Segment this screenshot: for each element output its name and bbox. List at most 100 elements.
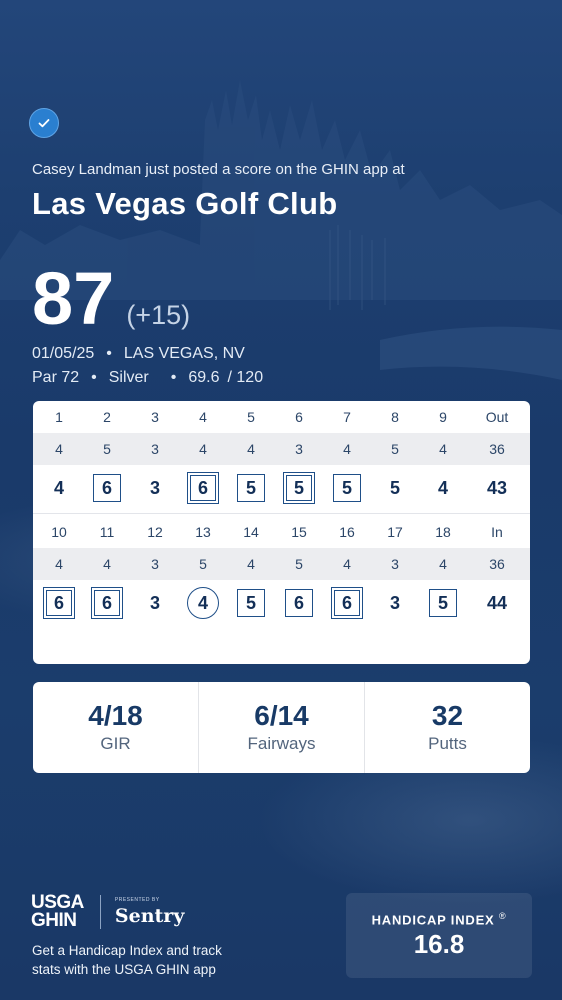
usga-ghin-wordmark: USGA GHIN bbox=[31, 893, 84, 930]
score-double-mark: 6 bbox=[91, 587, 123, 619]
score-double-mark: 6 bbox=[331, 587, 363, 619]
hole-score: 6 bbox=[83, 474, 131, 502]
hole-number: 11 bbox=[99, 524, 115, 540]
hole-score: 5 bbox=[371, 474, 419, 502]
presented-by-label: PRESENTED BY bbox=[114, 897, 160, 903]
hole-par: 4 bbox=[439, 556, 447, 572]
score-summary: 87 (+15) bbox=[32, 262, 190, 336]
hole-par: 4 bbox=[247, 556, 255, 572]
verified-check-icon bbox=[29, 108, 59, 138]
promo-text: Get a Handicap Index and track stats wit… bbox=[32, 943, 222, 977]
hole-score: 5 bbox=[323, 474, 371, 502]
hole-par: 4 bbox=[343, 556, 351, 572]
score-value: 3 bbox=[149, 592, 160, 613]
golf-course-background bbox=[0, 80, 562, 380]
hole-score: 5 bbox=[227, 589, 275, 617]
club-name: Las Vegas Golf Club bbox=[32, 186, 338, 221]
hole-par: 4 bbox=[103, 556, 111, 572]
hole-number: 12 bbox=[147, 524, 163, 540]
scorecard: 1 2 3 4 5 6 7 8 9 Out 4 5 3 4 4 3 4 5 4 36 4 6 3 6 5 5 5 5 4 43 10 1… bbox=[33, 401, 530, 664]
score-square-mark: 6 bbox=[93, 474, 121, 502]
round-date: 01/05/25 bbox=[32, 345, 95, 362]
hole-par: 3 bbox=[151, 556, 159, 572]
front-nine-scores-row: 4 6 3 6 5 5 5 5 4 43 bbox=[33, 465, 530, 511]
usga-ghin-logo: USGA GHIN PRESENTED BY Sentry bbox=[31, 893, 184, 930]
hole-number: 17 bbox=[387, 524, 403, 540]
front-nine-par-row: 4 5 3 4 4 3 4 5 4 36 bbox=[33, 433, 530, 465]
post-message: Casey Landman just posted a score on the… bbox=[32, 161, 405, 178]
hole-score: 6 bbox=[179, 472, 227, 504]
stat-putts: 32 Putts bbox=[364, 682, 530, 773]
hole-score: 5 bbox=[275, 472, 323, 504]
course-par: Par 72 bbox=[32, 369, 80, 386]
score-circle-mark: 4 bbox=[187, 587, 219, 619]
hole-number: 9 bbox=[439, 409, 447, 425]
separator-dot: • bbox=[170, 369, 177, 386]
score-to-par: (+15) bbox=[126, 300, 191, 330]
hole-number: 16 bbox=[339, 524, 355, 540]
hole-number: In bbox=[491, 524, 503, 540]
hole-score: 6 bbox=[323, 587, 371, 619]
round-date-location: 01/05/25 • LAS VEGAS, NV bbox=[32, 345, 245, 363]
sentry-logo: PRESENTED BY Sentry bbox=[115, 897, 184, 927]
hole-par: 4 bbox=[55, 441, 63, 457]
hole-score: 4 bbox=[419, 474, 467, 502]
logo-separator bbox=[99, 895, 101, 929]
hole-number: 7 bbox=[343, 409, 351, 425]
hole-score: 4 bbox=[179, 587, 227, 619]
tee-name: Silver bbox=[108, 369, 149, 386]
nine-total-score: 44 bbox=[467, 589, 527, 617]
stat-label: GIR bbox=[100, 733, 131, 753]
stat-fairways: 6/14 Fairways bbox=[198, 682, 364, 773]
stat-value: 6/14 bbox=[254, 699, 309, 731]
score-double-mark: 6 bbox=[187, 472, 219, 504]
score-value: 44 bbox=[486, 592, 508, 613]
score-value: 5 bbox=[389, 477, 400, 498]
hole-number: 3 bbox=[151, 409, 159, 425]
score-value: 4 bbox=[53, 477, 64, 498]
score-value: 3 bbox=[389, 592, 400, 613]
score-square-mark: 5 bbox=[237, 589, 265, 617]
hole-number: 5 bbox=[247, 409, 255, 425]
hole-par: 5 bbox=[295, 556, 303, 572]
total-score: 87 bbox=[32, 257, 115, 340]
stat-label: Putts bbox=[428, 733, 467, 753]
hole-par: 5 bbox=[391, 441, 399, 457]
hole-number: 13 bbox=[195, 524, 211, 540]
score-value: 3 bbox=[149, 477, 160, 498]
score-value: 43 bbox=[486, 477, 508, 498]
course-details: Par 72 • Silver • 69.6 / 120 bbox=[32, 369, 263, 387]
hole-par: 4 bbox=[247, 441, 255, 457]
separator-dot: • bbox=[91, 369, 97, 386]
score-square-mark: 5 bbox=[333, 474, 361, 502]
hole-score: 5 bbox=[419, 589, 467, 617]
hole-number: 14 bbox=[243, 524, 259, 540]
hole-number: Out bbox=[485, 409, 509, 425]
score-value: 4 bbox=[437, 477, 448, 498]
back-nine-par-row: 4 4 3 5 4 5 4 3 4 36 bbox=[33, 548, 530, 580]
round-location: LAS VEGAS, NV bbox=[123, 345, 245, 362]
hole-par: 3 bbox=[151, 441, 159, 457]
round-stats: 4/18 GIR 6/14 Fairways 32 Putts bbox=[33, 682, 530, 773]
hole-par: 5 bbox=[199, 556, 207, 572]
hole-score: 6 bbox=[83, 587, 131, 619]
hole-score: 4 bbox=[35, 474, 83, 502]
score-square-mark: 5 bbox=[429, 589, 457, 617]
hole-par: 3 bbox=[295, 441, 303, 457]
hole-score: 5 bbox=[227, 474, 275, 502]
hole-number: 4 bbox=[199, 409, 207, 425]
hole-par: 3 bbox=[391, 556, 399, 572]
hole-par: 36 bbox=[489, 441, 505, 457]
stat-gir: 4/18 GIR bbox=[33, 682, 198, 773]
hole-par: 4 bbox=[343, 441, 351, 457]
hole-par: 4 bbox=[439, 441, 447, 457]
hole-number: 2 bbox=[103, 409, 111, 425]
hole-par: 5 bbox=[103, 441, 111, 457]
score-square-mark: 6 bbox=[285, 589, 313, 617]
hole-number: 10 bbox=[51, 524, 67, 540]
slope-rating: / 120 bbox=[227, 369, 264, 386]
handicap-index-label: HANDICAP INDEX ® bbox=[371, 910, 507, 928]
back-nine-holes-row: 10 11 12 13 14 15 16 17 18 In bbox=[33, 516, 530, 548]
hole-par: 36 bbox=[489, 556, 505, 572]
separator-dot: • bbox=[106, 345, 112, 362]
